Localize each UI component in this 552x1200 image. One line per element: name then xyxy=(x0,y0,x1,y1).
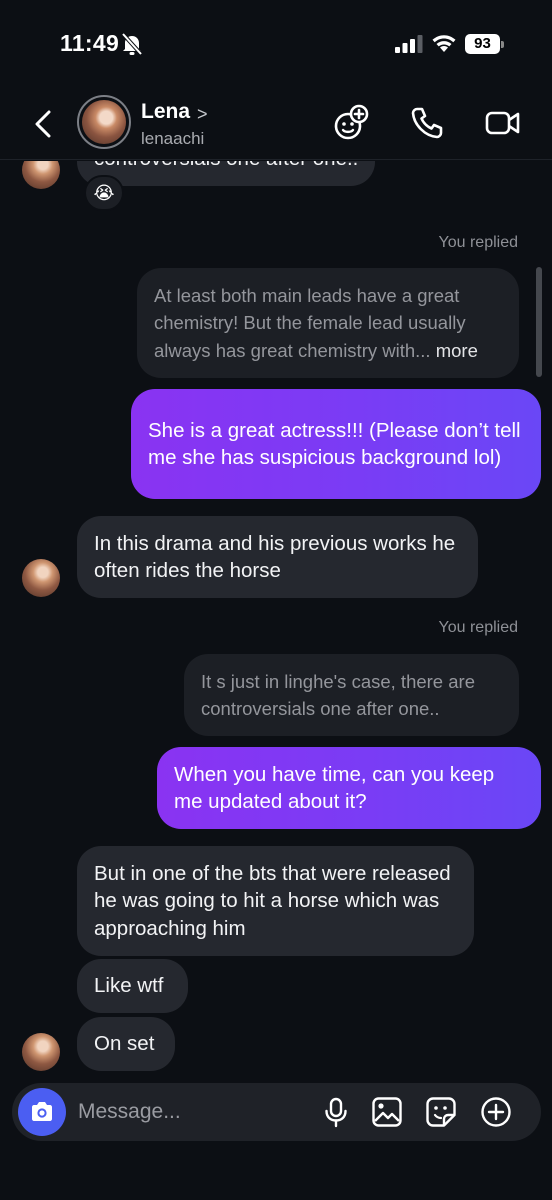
sender-avatar[interactable] xyxy=(22,1033,60,1071)
gallery-icon[interactable] xyxy=(371,1096,403,1128)
message-outgoing[interactable]: She is a great actress!!! (Please don’t … xyxy=(131,389,541,499)
contact-name[interactable]: Lena xyxy=(141,100,190,124)
message-composer xyxy=(12,1083,541,1141)
phone-icon[interactable] xyxy=(408,104,446,142)
sender-avatar[interactable] xyxy=(22,559,60,597)
contact-handle[interactable]: lenaachi xyxy=(141,129,204,149)
mic-icon[interactable] xyxy=(320,1096,352,1128)
message-text: controversials one after one.. xyxy=(94,161,358,173)
sticker-icon[interactable] xyxy=(425,1096,457,1128)
quoted-message[interactable]: It s just in linghe's case, there are co… xyxy=(184,654,519,736)
video-icon[interactable] xyxy=(484,104,522,142)
message-incoming[interactable]: controversials one after one.. xyxy=(77,161,376,186)
plus-icon[interactable] xyxy=(480,1096,512,1128)
message-text: She is a great actress!!! (Please don’t … xyxy=(148,418,521,470)
message-incoming[interactable]: Like wtf xyxy=(77,959,188,1013)
camera-icon xyxy=(32,1102,52,1121)
message-incoming[interactable]: On set xyxy=(77,1017,175,1071)
effects-icon[interactable] xyxy=(332,104,370,142)
more-link[interactable]: more xyxy=(436,340,478,361)
quoted-text: It s just in linghe's case, there are co… xyxy=(201,670,475,720)
camera-button[interactable] xyxy=(18,1088,66,1136)
message-text: In this drama and his previous works he … xyxy=(94,531,456,583)
replied-label: You replied xyxy=(438,234,518,251)
message-thread[interactable]: controversials one after one.. 😭 You rep… xyxy=(0,161,552,1076)
sender-avatar[interactable] xyxy=(22,161,60,189)
chevron-right-icon[interactable]: > xyxy=(197,104,208,125)
crying-emoji: 😭 xyxy=(93,182,115,203)
message-incoming[interactable]: In this drama and his previous works he … xyxy=(77,516,478,598)
scrollbar[interactable] xyxy=(536,267,542,377)
message-text: When you have time, can you keep me upda… xyxy=(174,762,495,814)
quoted-message[interactable]: At least both main leads have a great ch… xyxy=(137,268,519,378)
wifi-icon xyxy=(432,35,456,52)
bell-off-icon xyxy=(121,32,143,56)
quoted-text: At least both main leads have a great ch… xyxy=(154,284,478,361)
message-incoming[interactable]: But in one of the bts that were released… xyxy=(77,846,474,956)
reaction-badge[interactable]: 😭 xyxy=(84,175,124,211)
chat-header: Lena > lenaachi xyxy=(0,90,552,160)
status-time: 11:49 xyxy=(60,30,120,56)
message-text: But in one of the bts that were released… xyxy=(94,861,451,940)
status-bar: 11:49 93 xyxy=(0,0,552,90)
battery-icon: 93 xyxy=(465,34,505,54)
back-icon[interactable] xyxy=(28,108,58,140)
battery-level: 93 xyxy=(465,34,500,54)
message-input[interactable] xyxy=(78,1083,308,1141)
contact-avatar[interactable] xyxy=(77,95,131,149)
message-outgoing[interactable]: When you have time, can you keep me upda… xyxy=(157,747,541,829)
message-text: Like wtf xyxy=(94,974,164,998)
signal-icon xyxy=(395,35,423,53)
message-text: On set xyxy=(94,1032,155,1056)
replied-label: You replied xyxy=(438,619,518,636)
